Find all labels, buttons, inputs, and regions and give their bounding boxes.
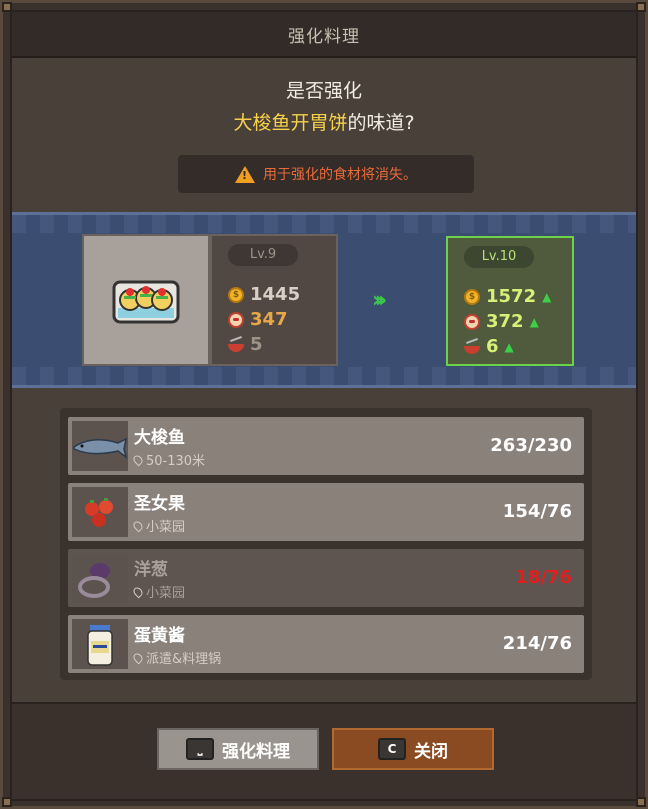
current-taste: 347 [250,309,288,330]
current-level: Lv.9 [228,244,298,266]
cherry-tomato-icon [72,487,128,537]
increase-icon: ▲ [504,339,514,354]
location-text: 50-130米 [146,454,206,469]
ingredient-row[interactable]: 圣女果 小菜园 154/76 [68,483,584,541]
location-text: 小菜园 [146,520,186,535]
location-text: 小菜园 [146,586,186,601]
prompt-line-2: 大梭鱼开胃饼的味道? [12,108,636,135]
current-price: 1445 [250,284,301,305]
ingredient-location: 派遣&料理锅 [131,648,222,667]
ingredient-row[interactable]: 大梭鱼 50-130米 263/230 [68,417,584,475]
close-button-label: 关闭 [414,741,448,762]
upgrade-arrow-icon: › › › [372,288,387,313]
ingredient-location: 小菜园 [131,516,186,535]
warning-banner: ! 用于强化的食材将消失。 [178,155,474,193]
location-text: 派遣&料理锅 [146,652,222,667]
upgrade-button-label: 强化料理 [222,741,290,762]
taste-icon [464,313,480,330]
ingredient-name: 大梭鱼 [134,428,185,448]
increase-icon: ▲ [529,314,539,329]
coin-icon: $ [464,288,480,305]
ingredient-count: 263/230 [490,435,572,456]
prompt-line-1: 是否强化 [285,80,362,102]
wave-pattern [12,215,636,233]
next-price: 1572 [486,286,537,307]
current-servings-row: 5 [228,334,263,355]
ingredient-count: 154/76 [502,501,572,522]
upgrade-button[interactable]: ⎵ 强化料理 [157,728,319,770]
dish-image [82,234,210,366]
space-key-icon: ⎵ [186,738,214,760]
close-button[interactable]: C 关闭 [332,728,494,770]
next-taste-row: 372 ▲ [464,311,539,332]
location-pin-icon [131,453,145,466]
next-level: Lv.10 [464,246,534,268]
ingredient-name: 蛋黄酱 [134,626,185,646]
title-bar: 强化料理 [12,12,636,58]
ingredient-location: 50-130米 [131,450,206,469]
ingredient-count: 214/76 [502,633,572,654]
ingredient-row[interactable]: 洋葱 小菜园 18/76 [68,549,584,607]
current-stats: Lv.9 $ 1445 347 5 [210,234,338,366]
ingredient-row[interactable]: 蛋黄酱 派遣&料理锅 214/76 [68,615,584,673]
ingredient-name: 圣女果 [134,494,185,514]
button-bar [12,702,636,799]
coin-icon: $ [228,286,244,303]
current-servings: 5 [250,334,263,355]
current-price-row: $ 1445 [228,284,300,305]
c-key-icon: C [378,738,406,760]
warning-icon: ! [235,165,255,183]
location-pin-icon [131,651,145,664]
prompt-suffix: 的味道? [347,112,415,134]
ingredient-location: 小菜园 [131,582,186,601]
next-stats: Lv.10 $ 1572 ▲ 372 ▲ 6 ▲ [446,236,574,366]
corner-ornament [2,797,12,807]
corner-ornament [2,2,12,12]
bowl-icon [228,338,244,352]
increase-icon: ▲ [542,289,552,304]
bowl-icon [464,340,480,354]
dish-name: 大梭鱼开胃饼 [233,112,348,134]
taste-icon [228,311,244,328]
next-servings-row: 6 ▲ [464,336,514,357]
corner-ornament [636,797,646,807]
ingredient-name: 洋葱 [134,560,168,580]
current-taste-row: 347 [228,309,288,330]
next-taste: 372 [486,311,524,332]
onion-icon [72,553,128,603]
ingredient-count: 18/76 [515,567,572,588]
mayonnaise-icon [72,619,128,669]
ingredient-list: 大梭鱼 50-130米 263/230 圣女果 小菜园 154/76 洋葱 小菜… [60,408,592,680]
wave-pattern [12,367,636,385]
dialog-title: 强化料理 [288,26,360,47]
location-pin-icon [131,585,145,598]
location-pin-icon [131,519,145,532]
dish-icon [112,280,180,324]
next-price-row: $ 1572 ▲ [464,286,551,307]
corner-ornament [636,2,646,12]
barracuda-icon [72,421,128,471]
warning-text: 用于强化的食材将消失。 [263,167,417,183]
next-servings: 6 [486,336,499,357]
